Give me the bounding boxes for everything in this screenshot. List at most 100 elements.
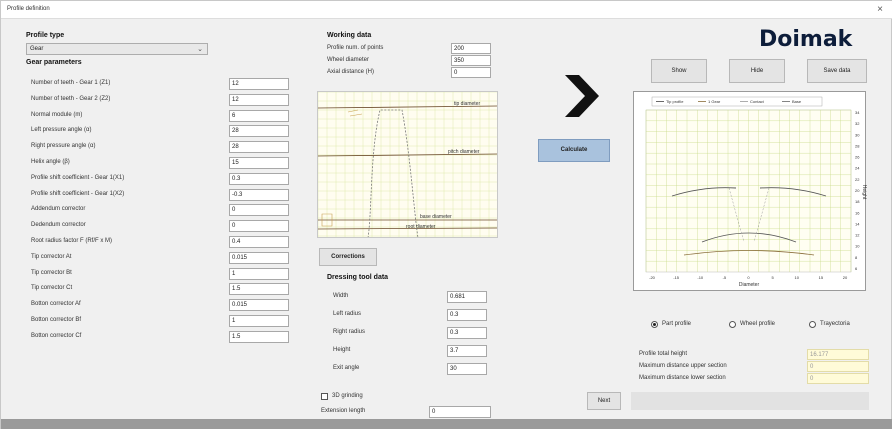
gear-param-input[interactable]: 6 [229, 109, 289, 122]
save-data-button[interactable]: Save data [807, 59, 867, 83]
gear-param-label: Helix angle (β) [31, 159, 70, 165]
pitch-diameter-label: pitch diameter [448, 149, 480, 155]
gear-param-input[interactable]: 1.5 [229, 330, 289, 343]
y-tick-label: 6 [855, 266, 858, 271]
hide-button[interactable]: Hide [729, 59, 785, 83]
gear-param-input[interactable]: 1 [229, 267, 289, 280]
dressing-tool-header: Dressing tool data [327, 274, 389, 281]
working-data-label: Profile num. of points [327, 45, 384, 51]
gear-param-label: Addendum corrector [31, 206, 86, 213]
next-button[interactable]: Next [587, 392, 621, 410]
gear-param-input[interactable]: 0.015 [229, 299, 289, 312]
gear-param-label: Root radius factor F (Rf/F x M) [31, 238, 113, 244]
dressing-input[interactable]: 0.3 [447, 327, 487, 339]
gear-param-input[interactable]: -0.3 [229, 188, 289, 201]
gear-param-input[interactable]: 0.3 [229, 172, 289, 185]
doimak-logo: Doimak [759, 27, 853, 52]
gear-param-input[interactable]: 1 [229, 315, 289, 327]
dressing-input[interactable]: 3.7 [447, 345, 487, 357]
view-option-radio[interactable] [809, 321, 816, 328]
x-tick-label: -20 [649, 275, 656, 280]
y-tick-label: 28 [855, 143, 860, 148]
status-strip [631, 392, 869, 410]
calculate-button[interactable]: Calculate [538, 139, 610, 162]
dressing-label: Right radius [333, 329, 366, 335]
close-icon[interactable]: × [877, 4, 883, 15]
gear-param-label: Tip corrector At [31, 253, 72, 260]
x-tick-label: -10 [697, 275, 704, 280]
view-option-label: Trayectoria [820, 321, 850, 327]
working-data-label: Wheel diameter [327, 57, 370, 63]
working-data-input[interactable]: 200 [451, 43, 491, 54]
working-data-input[interactable]: 350 [451, 55, 491, 66]
dressing-label: Width [333, 293, 349, 299]
dressing-label: Height [333, 347, 351, 353]
dressing-input[interactable]: 0.3 [447, 309, 487, 321]
corrections-button[interactable]: Corrections [319, 248, 377, 266]
extension-length-input[interactable]: 0 [429, 406, 491, 418]
x-tick-label: 10 [795, 275, 800, 280]
y-tick-label: 24 [855, 166, 860, 171]
result-label: Maximum distance upper section [639, 363, 727, 369]
view-option-radio[interactable] [651, 321, 658, 328]
legend-label: Tip profile [666, 99, 684, 104]
gear-param-label: Botton corrector Bf [31, 317, 82, 323]
window-bottom-strip [1, 419, 892, 429]
profile-plot-grid [645, 109, 852, 272]
result-value: 16.177 [807, 349, 869, 360]
gear-param-input[interactable]: 12 [229, 93, 289, 106]
profile-plot-svg: Tip profile 1 Gear Contact Base -20 -15 -10 -5… [645, 96, 867, 288]
gear-param-input[interactable]: 0.015 [229, 251, 289, 264]
3d-grinding-label: 3D grinding [332, 393, 363, 399]
gear-param-label: Botton corrector Cf [31, 332, 82, 339]
x-tick-label: 15 [819, 275, 824, 280]
result-value: 0 [807, 373, 869, 384]
x-tick-label: 5 [772, 275, 775, 280]
gear-param-input[interactable]: 1.5 [229, 283, 289, 296]
gear-param-input[interactable]: 12 [229, 78, 289, 90]
profile-plot: Tip profile 1 Gear Contact Base -20 -15 -10 -5… [633, 91, 867, 291]
view-option-label: Wheel profile [740, 321, 776, 327]
legend-label: Contact [750, 99, 765, 104]
show-button[interactable]: Show [651, 59, 707, 83]
profile-plot-legend: Tip profile 1 Gear Contact Base [651, 96, 823, 107]
profile-type-select[interactable]: Gear ⌄ [26, 43, 208, 55]
title-bar: Profile definition × [1, 1, 892, 19]
gear-param-label: Profile shift coefficient - Gear 1(X2) [31, 190, 125, 197]
profile-plot-x-ticks: -20 -15 -10 -5 0 5 10 15 20 [649, 275, 848, 280]
result-label: Maximum distance lower section [639, 375, 726, 381]
gear-param-input[interactable]: 28 [229, 125, 289, 138]
x-tick-label: -15 [673, 275, 680, 280]
y-tick-label: 22 [855, 177, 860, 182]
gear-param-input[interactable]: 28 [229, 141, 289, 154]
x-tick-label: 0 [747, 275, 750, 280]
dressing-label: Exit angle [333, 365, 360, 371]
tip-diameter-label: tip diameter [454, 101, 480, 107]
root-diameter-label: root diameter [406, 224, 436, 230]
gear-param-label: Tip corrector Bt [31, 269, 72, 276]
dressing-input[interactable]: 30 [447, 363, 487, 375]
window-title: Profile definition [7, 6, 50, 12]
gear-param-input[interactable]: 15 [229, 157, 289, 169]
gear-param-input[interactable]: 0.4 [229, 236, 289, 248]
view-option-radio[interactable] [729, 321, 736, 328]
gear-param-input[interactable]: 0 [229, 220, 289, 233]
3d-grinding-checkbox[interactable] [321, 393, 328, 400]
profile-type-header: Profile type [26, 32, 65, 39]
result-value: 0 [807, 361, 869, 372]
working-data-input[interactable]: 0 [451, 67, 491, 78]
working-data-label: Axial distance (H) [327, 69, 375, 75]
y-tick-label: 26 [855, 155, 860, 160]
x-axis-label: Diameter [739, 282, 760, 288]
tooth-plot-grid [318, 92, 497, 237]
y-tick-label: 14 [855, 221, 860, 226]
x-tick-label: 20 [843, 275, 848, 280]
view-option-label: Part profile [662, 321, 692, 327]
y-tick-label: 20 [855, 188, 860, 193]
y-tick-label: 30 [855, 132, 860, 137]
gear-param-label: Number of teeth - Gear 1 (Z1) [31, 80, 111, 86]
gear-param-label: Number of teeth - Gear 2 (Z2) [31, 95, 111, 102]
gear-param-input[interactable]: 0 [229, 204, 289, 217]
dressing-input[interactable]: 0.681 [447, 291, 487, 303]
gear-param-label: Normal module (m) [31, 111, 83, 118]
